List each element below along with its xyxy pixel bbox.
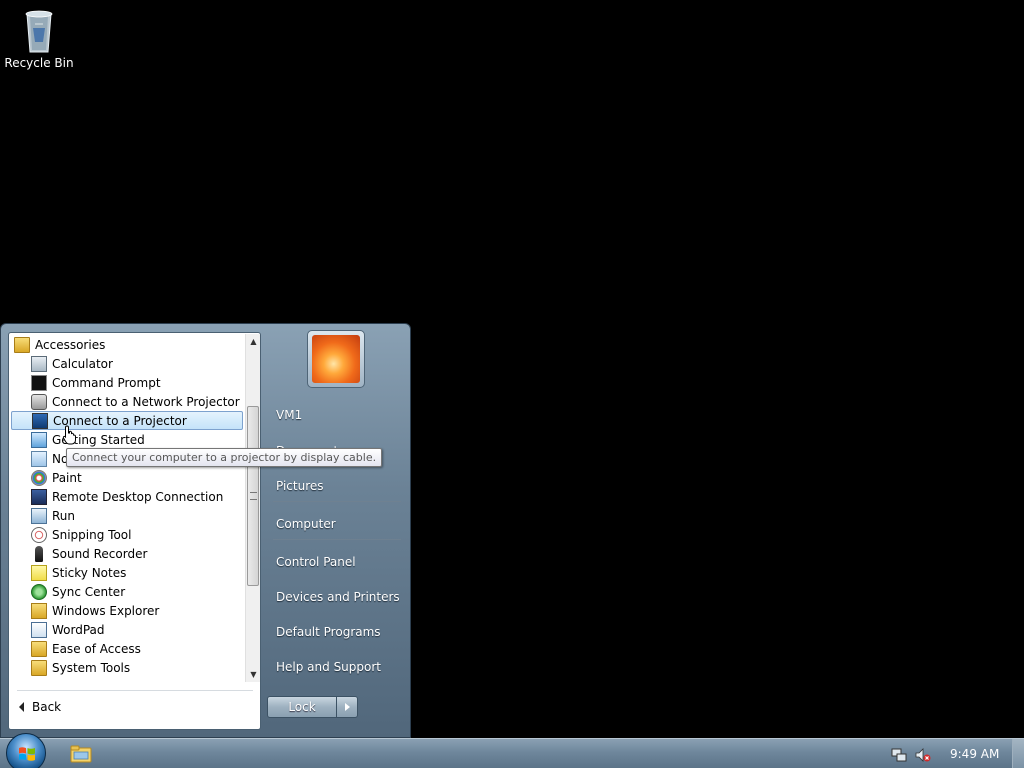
taskbar-clock[interactable]: 9:49 AM (950, 747, 999, 761)
back-label: Back (32, 700, 62, 714)
start-menu-programs-pane: Accessories Calculator Command Prompt Conne… (8, 332, 261, 730)
wordpad-icon (31, 621, 47, 638)
program-list-scrollbar[interactable]: ▲ ▼ (245, 334, 260, 682)
recycle-bin-desktop-icon[interactable]: Recycle Bin (4, 6, 74, 70)
program-label: Remote Desktop Connection (52, 489, 224, 504)
program-label: WordPad (52, 622, 105, 637)
back-button[interactable]: Back (19, 697, 61, 717)
microphone-icon (35, 545, 43, 562)
calculator-icon (31, 355, 47, 372)
projector-icon (32, 412, 48, 429)
start-right-item[interactable]: Control Panel (276, 555, 356, 569)
right-pane-separator (273, 539, 401, 540)
start-right-item[interactable]: Pictures (276, 479, 324, 493)
recycle-bin-icon (25, 10, 53, 53)
windows-logo-icon (19, 747, 35, 761)
program-label: Sound Recorder (52, 546, 148, 561)
folder-icon (14, 336, 30, 353)
program-item[interactable]: Sync Center (11, 582, 243, 601)
back-arrow-icon (19, 702, 24, 712)
network-projector-icon (31, 393, 47, 410)
remote-desktop-icon (31, 488, 47, 505)
start-right-item[interactable]: Computer (276, 517, 336, 531)
tooltip: Connect your computer to a projector by … (66, 448, 383, 467)
program-item[interactable]: Snipping Tool (11, 525, 243, 544)
start-button[interactable] (6, 733, 46, 768)
start-right-item[interactable]: Help and Support (276, 660, 381, 674)
program-label: Run (52, 508, 76, 523)
program-list: Accessories Calculator Command Prompt Conne… (9, 333, 245, 683)
recycle-bin-label: Recycle Bin (4, 56, 74, 70)
program-item[interactable]: Connect to a Network Projector (11, 392, 243, 411)
start-right-item[interactable]: Devices and Printers (276, 590, 400, 604)
program-item[interactable]: Command Prompt (11, 373, 243, 392)
program-label: Command Prompt (52, 375, 161, 390)
program-item[interactable]: Getting Started (11, 430, 243, 449)
program-label: Connect to a Network Projector (52, 394, 240, 409)
lock-button[interactable]: Lock (267, 696, 337, 718)
windows-explorer-taskbar-icon[interactable] (70, 744, 92, 764)
folder-explorer-icon (31, 602, 47, 619)
getting-started-icon (31, 431, 47, 448)
sticky-notes-icon (31, 564, 47, 581)
program-label: Windows Explorer (52, 603, 160, 618)
program-item[interactable]: System Tools (11, 658, 243, 677)
scrollbar-grip-icon (250, 492, 257, 500)
separator (17, 690, 253, 691)
user-avatar[interactable] (307, 330, 365, 388)
program-item[interactable]: Remote Desktop Connection (11, 487, 243, 506)
program-label: System Tools (52, 660, 131, 675)
scrollbar-thumb[interactable] (247, 406, 259, 586)
taskbar: 9:49 AM (0, 733, 1024, 768)
show-desktop-button[interactable] (1012, 739, 1024, 768)
program-item[interactable]: Paint (11, 468, 243, 487)
program-item[interactable]: Sound Recorder (11, 544, 243, 563)
scroll-down-arrow-icon[interactable]: ▼ (246, 667, 261, 682)
program-item[interactable]: Run (11, 506, 243, 525)
folder-icon (31, 640, 47, 657)
flower-picture-icon (312, 335, 360, 383)
program-item-selected[interactable]: Connect to a Projector (11, 411, 243, 430)
program-item[interactable]: Ease of Access (11, 639, 243, 658)
program-label: Sticky Notes (52, 565, 127, 580)
start-menu: Accessories Calculator Command Prompt Conne… (0, 323, 411, 738)
program-label: Ease of Access (52, 641, 141, 656)
program-item[interactable]: WordPad (11, 620, 243, 639)
hand-cursor-icon (62, 425, 76, 445)
cmd-icon (31, 374, 47, 391)
program-label: Snipping Tool (52, 527, 132, 542)
snipping-tool-icon (31, 526, 47, 543)
shutdown-options-arrow-icon[interactable] (336, 696, 358, 718)
program-item[interactable]: Calculator (11, 354, 243, 373)
program-label: Calculator (52, 356, 113, 371)
folder-icon (31, 659, 47, 676)
start-right-item[interactable]: Default Programs (276, 625, 381, 639)
program-label: Accessories (35, 337, 106, 352)
right-pane-separator (273, 501, 401, 502)
program-item[interactable]: Windows Explorer (11, 601, 243, 620)
scroll-up-arrow-icon[interactable]: ▲ (246, 334, 261, 349)
run-icon (31, 507, 47, 524)
program-item[interactable]: Sticky Notes (11, 563, 243, 582)
sync-icon (31, 583, 47, 600)
program-label: Sync Center (52, 584, 126, 599)
paint-icon (31, 469, 47, 486)
program-item[interactable]: Accessories (11, 335, 243, 354)
notepad-icon (31, 450, 47, 467)
network-icon[interactable] (891, 747, 907, 763)
volume-muted-icon[interactable] (915, 747, 931, 763)
start-right-item[interactable]: VM1 (276, 408, 302, 422)
program-label: Paint (52, 470, 82, 485)
